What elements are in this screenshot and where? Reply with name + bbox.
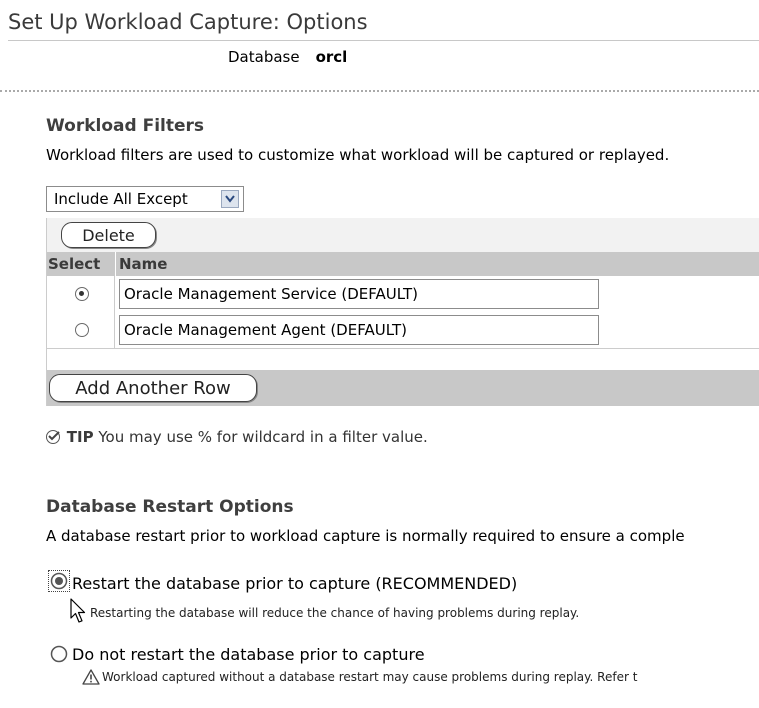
restart-option-label[interactable]: Restart the database prior to capture (R… [72, 574, 517, 593]
tip-note: TIP You may use % for wildcard in a filt… [46, 428, 428, 446]
filter-table: Delete Select Name Add Another Row [46, 218, 759, 406]
column-header-name: Name [115, 252, 759, 276]
tip-label: TIP [66, 428, 94, 446]
restart-options-heading: Database Restart Options [46, 497, 294, 517]
filter-name-input[interactable] [119, 279, 599, 309]
restart-options-description: A database restart prior to workload cap… [46, 527, 685, 545]
column-header-select: Select [48, 255, 101, 273]
database-value: orcl [315, 48, 348, 66]
select-cell [47, 276, 115, 312]
row-select-radio[interactable] [75, 323, 89, 337]
database-info: Database orcl [228, 48, 347, 66]
database-label: Database [228, 48, 300, 66]
table-row [47, 312, 759, 349]
table-action-bar: Delete [47, 218, 759, 253]
row-select-radio[interactable] [75, 287, 89, 301]
page-title: Set Up Workload Capture: Options [8, 10, 368, 34]
no-restart-option-hint: Workload captured without a database res… [102, 670, 638, 684]
chevron-down-icon[interactable] [221, 190, 239, 208]
tip-text: You may use % for wildcard in a filter v… [98, 428, 428, 446]
add-another-row-button[interactable]: Add Another Row [49, 374, 257, 402]
table-row [47, 276, 759, 313]
section-divider [0, 90, 759, 92]
table-header: Select Name [47, 252, 759, 276]
no-restart-option-label[interactable]: Do not restart the database prior to cap… [72, 645, 425, 664]
title-divider [8, 40, 759, 41]
workload-filters-description: Workload filters are used to customize w… [46, 146, 670, 164]
no-restart-option-radio[interactable] [50, 645, 68, 663]
select-cell [47, 312, 115, 348]
restart-option-radio[interactable] [50, 572, 68, 590]
warning-icon [82, 669, 100, 685]
check-circle-icon [46, 430, 60, 444]
filter-mode-value: Include All Except [54, 190, 188, 208]
workload-filters-heading: Workload Filters [46, 116, 205, 136]
restart-option-hint: Restarting the database will reduce the … [90, 606, 580, 620]
filter-name-input[interactable] [119, 315, 599, 345]
delete-button[interactable]: Delete [61, 222, 156, 248]
table-footer-bar: Add Another Row [47, 370, 759, 406]
filter-mode-select[interactable]: Include All Except [46, 186, 244, 212]
mouse-pointer-icon [70, 598, 86, 623]
